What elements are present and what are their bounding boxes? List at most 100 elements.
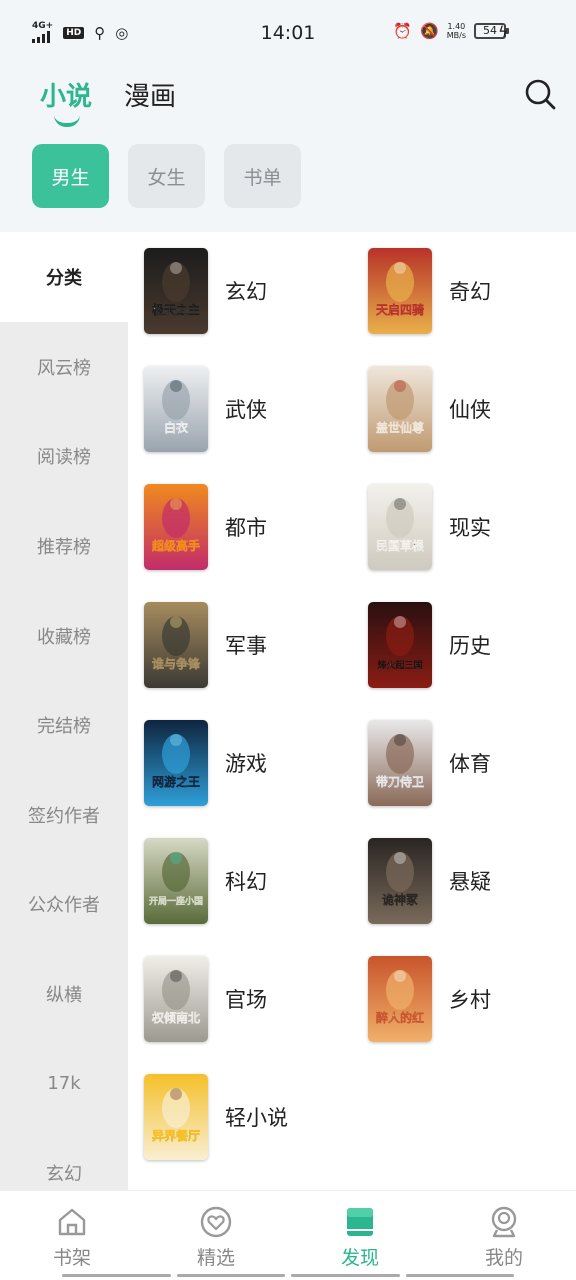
svg-text:白衣: 白衣: [164, 420, 188, 435]
book-cover-image: 极天之主: [144, 248, 208, 334]
category-label: 体育: [449, 752, 491, 776]
speed-value: 1.40: [447, 22, 466, 31]
side-item-completed[interactable]: 完结榜: [0, 680, 128, 770]
category-item[interactable]: 开局一座小国 科幻: [144, 838, 368, 924]
status-bar: 4G+ HD ⚲ ◎ 14:01 ⏰ 🔕 1.40 MB/s 54 ϟ: [0, 0, 576, 64]
category-label: 历史: [449, 634, 491, 658]
category-label: 玄幻: [225, 280, 267, 304]
book-cover-image: 白衣: [144, 366, 208, 452]
category-item[interactable]: 权倾南北 官场: [144, 956, 368, 1042]
side-item-category[interactable]: 分类: [0, 232, 128, 322]
svg-text:诡神冢: 诡神冢: [382, 892, 418, 907]
nav-bookshelf[interactable]: 书架: [0, 1191, 144, 1280]
nav-profile[interactable]: 我的: [432, 1191, 576, 1280]
svg-text:烽火起三国: 烽火起三国: [377, 659, 422, 671]
side-item-public-authors[interactable]: 公众作者: [0, 860, 128, 950]
tab-comic[interactable]: 漫画: [124, 76, 176, 127]
category-item[interactable]: 谁与争锋 军事: [144, 602, 368, 688]
category-label: 都市: [225, 516, 267, 540]
side-item-favorites[interactable]: 收藏榜: [0, 591, 128, 681]
content-type-tabs: 小说 漫画: [40, 76, 176, 127]
category-label: 游戏: [225, 752, 267, 776]
side-item-xuanhuan[interactable]: 玄幻: [0, 1128, 128, 1190]
nav-label: 我的: [484, 1247, 523, 1269]
category-label: 悬疑: [449, 870, 491, 894]
heart-badge-icon: [200, 1206, 232, 1238]
book-cover-image: 带刀侍卫: [368, 720, 432, 806]
category-item[interactable]: 醉人的红 乡村: [368, 956, 576, 1042]
svg-text:醉人的红: 醉人的红: [376, 1010, 424, 1025]
bottom-nav: 书架 精选 发现 我的: [0, 1190, 576, 1280]
category-item[interactable]: 带刀侍卫 体育: [368, 720, 576, 806]
book-cover-image: 谁与争锋: [144, 602, 208, 688]
book-cover-image: 诡神冢: [368, 838, 432, 924]
person-icon: [491, 1206, 517, 1238]
svg-text:带刀侍卫: 带刀侍卫: [376, 774, 424, 789]
svg-text:网游之王: 网游之王: [152, 774, 200, 789]
search-icon: [525, 79, 556, 110]
svg-text:民国草根: 民国草根: [376, 538, 424, 553]
svg-text:开局一座小国: 开局一座小国: [149, 895, 203, 907]
category-label: 乡村: [449, 988, 491, 1012]
side-item-fengyun[interactable]: 风云榜: [0, 322, 128, 412]
category-item[interactable]: 天启四骑 奇幻: [368, 248, 576, 334]
book-icon: [347, 1208, 373, 1236]
nav-indicator-bar: [0, 1274, 576, 1278]
house-icon: [58, 1208, 86, 1236]
book-cover-image: 权倾南北: [144, 956, 208, 1042]
category-label: 现实: [449, 516, 491, 540]
category-item[interactable]: 超级高手 都市: [144, 484, 368, 570]
category-item[interactable]: 白衣 武侠: [144, 366, 368, 452]
category-item[interactable]: 异界餐厅 轻小说: [144, 1074, 368, 1160]
category-label: 武侠: [225, 398, 267, 422]
svg-text:权倾南北: 权倾南北: [151, 1010, 200, 1025]
category-label: 仙侠: [449, 398, 491, 422]
tab-booklist[interactable]: 书单: [224, 144, 301, 208]
category-label: 军事: [225, 634, 267, 658]
category-item[interactable]: 诡神冢 悬疑: [368, 838, 576, 924]
tab-female[interactable]: 女生: [128, 144, 205, 208]
book-cover-image: 天启四骑: [368, 248, 432, 334]
status-right: ⏰ 🔕 1.40 MB/s 54: [393, 22, 509, 40]
category-panel: 极天之主 玄幻 天启四骑 奇幻 白衣 武侠 盖世仙尊 仙侠 超级高手 都市 民国草根 现实 谁与争锋 军事…: [128, 232, 576, 1190]
tab-male[interactable]: 男生: [32, 144, 109, 208]
gender-tabs: 男生 女生 书单: [32, 144, 301, 208]
svg-text:谁与争锋: 谁与争锋: [152, 656, 201, 671]
category-item[interactable]: 盖世仙尊 仙侠: [368, 366, 576, 452]
side-item-reading[interactable]: 阅读榜: [0, 412, 128, 502]
nav-label: 书架: [52, 1247, 91, 1269]
category-label: 科幻: [225, 870, 267, 894]
category-grid: 极天之主 玄幻 天启四骑 奇幻 白衣 武侠 盖世仙尊 仙侠 超级高手 都市 民国草根 现实 谁与争锋 军事…: [144, 248, 576, 1160]
network-speed: 1.40 MB/s: [447, 22, 466, 40]
book-cover-image: 异界餐厅: [144, 1074, 208, 1160]
svg-text:超级高手: 超级高手: [151, 538, 200, 553]
nav-featured[interactable]: 精选: [144, 1191, 288, 1280]
book-cover-image: 超级高手: [144, 484, 208, 570]
category-label: 奇幻: [449, 280, 491, 304]
side-item-signed-authors[interactable]: 签约作者: [0, 770, 128, 860]
book-cover-image: 民国草根: [368, 484, 432, 570]
charging-icon: ϟ: [498, 23, 508, 41]
mute-icon: 🔕: [420, 22, 439, 40]
side-item-recommend[interactable]: 推荐榜: [0, 501, 128, 591]
category-label: 官场: [225, 988, 267, 1012]
side-item-17k[interactable]: 17k: [0, 1039, 128, 1129]
nav-label: 发现: [340, 1247, 379, 1269]
tab-novel[interactable]: 小说: [40, 76, 92, 127]
nav-discover[interactable]: 发现: [288, 1191, 432, 1280]
book-cover-image: 盖世仙尊: [368, 366, 432, 452]
book-cover-image: 烽火起三国: [368, 602, 432, 688]
side-item-zongheng[interactable]: 纵横: [0, 949, 128, 1039]
svg-text:盖世仙尊: 盖世仙尊: [376, 420, 424, 435]
svg-text:异界餐厅: 异界餐厅: [152, 1128, 200, 1143]
category-item[interactable]: 烽火起三国 历史: [368, 602, 576, 688]
category-item[interactable]: 民国草根 现实: [368, 484, 576, 570]
book-cover-image: 网游之王: [144, 720, 208, 806]
book-cover-image: 开局一座小国: [144, 838, 208, 924]
category-item[interactable]: 网游之王 游戏: [144, 720, 368, 806]
alarm-icon: ⏰: [393, 22, 413, 40]
search-button[interactable]: [522, 76, 558, 112]
speed-unit: MB/s: [446, 31, 466, 40]
category-item[interactable]: 极天之主 玄幻: [144, 248, 368, 334]
nav-label: 精选: [196, 1247, 235, 1269]
